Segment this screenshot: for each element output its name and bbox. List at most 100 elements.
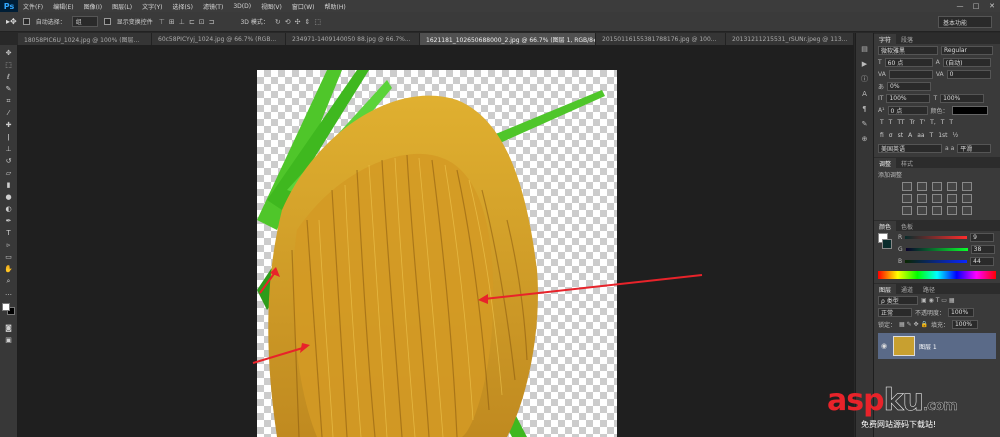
tab-document-2[interactable]: 60c58PICYyj_1024.jpg @ 66.7% (RGB... [152,33,286,45]
antialias-select[interactable]: 平滑 [957,143,992,153]
minimize-icon[interactable]: — [952,2,968,10]
tab-paths[interactable]: 路径 [918,284,940,294]
brightness-icon[interactable] [902,182,912,191]
fraction-button[interactable]: ½ [953,132,959,139]
align-top-icon[interactable]: ⊤ [159,18,165,26]
align-middle-icon[interactable]: ⊞ [169,18,175,26]
tab-color[interactable]: 颜色 [874,221,897,231]
tab-document-5[interactable]: 20150116155381788176.jpg @ 100... [596,33,726,45]
tab-layers[interactable]: 图层 [874,284,897,294]
history-brush-icon[interactable]: ↺ [3,157,15,166]
b-slider[interactable] [905,260,968,263]
move-tool-icon[interactable]: ▸✥ [6,17,17,26]
tab-styles[interactable]: 样式 [896,158,918,168]
blend-mode-select[interactable]: 正常 [878,307,912,317]
tab-character[interactable]: 字符 [874,34,897,44]
roll-3d-icon[interactable]: ⟲ [285,18,291,26]
auto-select-checkbox[interactable] [22,18,30,25]
bg-swatch[interactable] [882,239,892,249]
brush-panel-icon[interactable]: ✎ [859,120,871,129]
r-slider[interactable] [905,236,968,239]
paragraph-panel-icon[interactable]: ¶ [859,105,871,114]
character-panel-icon[interactable]: A [859,90,871,99]
zoom-tool-icon[interactable]: ⌕ [3,277,15,286]
slide-3d-icon[interactable]: ⇕ [304,18,310,26]
strikethrough-button[interactable]: T [949,119,953,126]
subscript-button[interactable]: T, [930,119,936,126]
menu-filter[interactable]: 滤镜(T) [198,2,228,11]
menu-3d[interactable]: 3D(D) [228,3,256,10]
channel-mixer-icon[interactable] [962,194,972,203]
eyedropper-tool-icon[interactable]: ⁄ [3,109,15,118]
eye-icon[interactable]: ◉ [881,342,889,350]
tracking-field[interactable]: 0 [946,69,991,79]
quick-select-tool-icon[interactable]: ✎ [3,85,15,94]
tab-document-6[interactable]: 20131211215531_rSUNr.jpeg @ 113... [726,33,854,45]
tab-channels[interactable]: 通道 [896,284,918,294]
tab-paragraph[interactable]: 段落 [896,34,918,44]
b-field[interactable]: 44 [970,257,995,266]
photo-filter-icon[interactable] [947,194,957,203]
tab-document-3[interactable]: 234971-1409140050 88.jpg @ 66.7%... [286,33,420,45]
text-color-swatch[interactable] [951,105,988,115]
quick-mask-icon[interactable]: ◙ [3,324,15,333]
menu-edit[interactable]: 编辑(E) [48,2,78,11]
invert-icon[interactable] [902,206,912,215]
levels-icon[interactable] [917,182,927,191]
hue-sat-icon[interactable] [902,194,912,203]
font-style-select[interactable]: Regular [941,45,993,55]
pen-tool-icon[interactable]: ✒ [3,217,15,226]
swash-button[interactable]: A [908,132,912,139]
opacity-field[interactable]: 100% [948,307,975,317]
font-family-select[interactable]: 微软雅黑 [878,45,938,55]
lock-icons[interactable]: ▦ ✎ ✥ 🔒 [899,321,928,328]
g-field[interactable]: 38 [970,245,995,254]
menu-file[interactable]: 文件(F) [18,2,48,11]
curves-icon[interactable] [932,182,942,191]
more-tools-icon[interactable]: … [3,289,15,298]
move-tool-icon[interactable]: ✥ [3,49,15,58]
align-left-icon[interactable]: ⊏ [189,18,195,26]
alt-ligature-button[interactable]: σ [889,132,893,139]
menu-select[interactable]: 选择(S) [167,2,198,11]
vertical-scale-field[interactable]: 100% [886,93,931,103]
tab-document-4[interactable]: 1621181_102650688000_2.jpg @ 66.7% (图层 1… [420,33,596,45]
screen-mode-icon[interactable]: ▣ [3,336,15,345]
actions-panel-icon[interactable]: ▶ [859,60,871,69]
layer-row[interactable]: ◉ 图层 1 [878,333,996,359]
shape-tool-icon[interactable]: ▭ [3,253,15,262]
fg-bg-swatch[interactable] [878,233,892,249]
clone-stamp-icon[interactable]: ⊥ [3,145,15,154]
blur-tool-icon[interactable]: ● [3,193,15,202]
foreground-color-swatch[interactable] [2,303,10,311]
selective-color-icon[interactable] [962,206,972,215]
history-panel-icon[interactable]: ▤ [859,45,871,54]
stylistic-button[interactable]: aa [917,132,924,139]
font-size-field[interactable]: 60 点 [884,57,933,67]
exposure-icon[interactable] [947,182,957,191]
r-field[interactable]: 9 [970,233,995,242]
menu-layer[interactable]: 图层(L) [107,2,137,11]
close-icon[interactable]: ✕ [984,2,1000,10]
ligature-button[interactable]: fi [880,132,884,139]
black-white-icon[interactable] [932,194,942,203]
color-balance-icon[interactable] [917,194,927,203]
canvas-area[interactable] [18,45,854,437]
pan-3d-icon[interactable]: ✣ [295,18,301,26]
healing-brush-icon[interactable]: ✚ [3,121,15,130]
scale-3d-icon[interactable]: ⬚ [314,18,321,26]
language-select[interactable]: 美国英语 [878,143,942,153]
kerning-field[interactable] [888,69,933,79]
hand-tool-icon[interactable]: ✋ [3,265,15,274]
fill-field[interactable]: 100% [951,319,978,329]
layer-filter-select[interactable]: ρ 类型 [878,295,918,305]
gradient-tool-icon[interactable]: ▮ [3,181,15,190]
lasso-tool-icon[interactable]: ℓ [3,73,15,82]
posterize-icon[interactable] [917,206,927,215]
tab-document-1[interactable]: 18058PIC6U_1024.jpg @ 100% (图层... [18,33,152,45]
align-right-icon[interactable]: ⊐ [209,18,215,26]
underline-button[interactable]: T [941,119,945,126]
all-caps-button[interactable]: TT [897,119,904,126]
info-panel-icon[interactable]: ⓘ [859,75,871,84]
layer-name[interactable]: 图层 1 [919,342,937,351]
